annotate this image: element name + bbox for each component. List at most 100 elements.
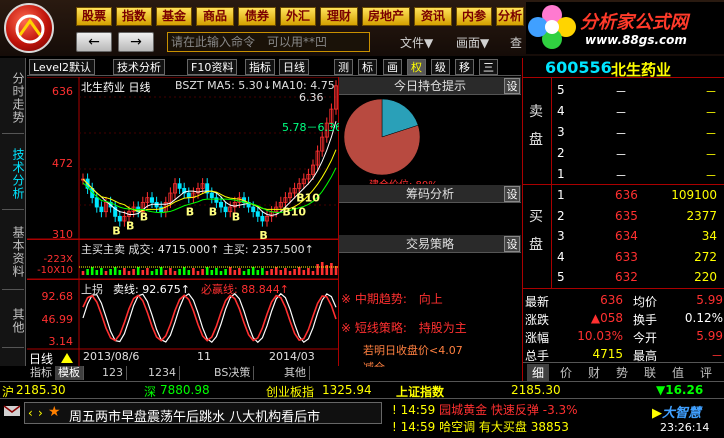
szzs-label[interactable]: 上证指数	[396, 383, 444, 400]
annot-range: 5.78－6.36	[282, 121, 342, 134]
quote-tab-4[interactable]: 联	[639, 364, 661, 381]
bottom-tab-4[interactable]: BS决策	[211, 366, 255, 380]
news-ticker[interactable]: ‹ › ★ 周五两市早盘震荡午后跳水 八大机构看后市	[24, 402, 382, 425]
volume-bar	[256, 270, 260, 275]
toolbar-6[interactable]: 标	[358, 59, 377, 75]
candle-body	[214, 197, 219, 203]
stat-cell: 636	[600, 293, 623, 307]
bottom-tab-2[interactable]: 123	[99, 366, 127, 380]
ask-row[interactable]: 5 － －	[523, 80, 724, 100]
strategy-settings-button[interactable]: 设	[504, 236, 520, 252]
alert-row-1[interactable]: ! 14:59 园城黄金 快速反弹 -3.3%	[392, 401, 578, 418]
volume: －	[704, 85, 717, 99]
chip-settings-button[interactable]: 设	[504, 186, 520, 202]
prev-arrow-icon[interactable]: ‹	[28, 406, 33, 420]
ask-row[interactable]: 4 － －	[523, 101, 724, 121]
menu-item-1[interactable]: 指数	[116, 7, 152, 26]
toolbar-2[interactable]: F10资料	[187, 59, 238, 75]
menu-item-7[interactable]: 房地产	[362, 7, 410, 26]
bottom-tab-1[interactable]: 模板	[55, 366, 84, 380]
side-tab-0[interactable]: 分时走势	[2, 62, 25, 134]
toolbar-7[interactable]: 画	[383, 59, 402, 75]
menu-item-2[interactable]: 基金	[156, 7, 192, 26]
volume-bar	[192, 268, 195, 275]
stat-cell: ▲058	[590, 311, 623, 325]
bid-row[interactable]: 4 633 272	[523, 247, 724, 267]
volume: －	[704, 148, 717, 162]
volume-bar	[242, 271, 246, 275]
menu-item-6[interactable]: 理财	[320, 7, 358, 26]
side-tab-3[interactable]: 其他	[2, 294, 25, 348]
menu-item-5[interactable]: 外汇	[280, 7, 316, 26]
toolbar-8[interactable]: 权	[407, 59, 426, 75]
clock: 23:26:14	[660, 421, 710, 434]
strategy-title: 交易策略	[339, 235, 521, 253]
toolbar-3[interactable]: 指标	[245, 59, 275, 75]
quote-tab-2[interactable]: 财	[583, 364, 605, 381]
trend-value: 向上	[418, 292, 443, 306]
menu-item-10[interactable]: 分析	[496, 7, 524, 26]
quote-tab-1[interactable]: 价	[555, 364, 577, 381]
volume-bar	[311, 271, 315, 275]
quote-tab-3[interactable]: 势	[611, 364, 633, 381]
bottom-tab-5[interactable]: 其他	[281, 366, 310, 380]
ask-row[interactable]: 1 － －	[523, 164, 724, 184]
stock-name: 北生药业	[611, 61, 672, 79]
bottom-tab-0[interactable]: 指标	[27, 366, 56, 380]
level: 4	[557, 249, 565, 264]
price: 634	[615, 229, 638, 243]
price: 635	[615, 208, 638, 223]
holding-bottom-text: 建仓价位: 80%	[369, 176, 438, 184]
volume-bar	[270, 269, 273, 275]
side-tab-2[interactable]: 基本资料	[2, 214, 25, 290]
extra-menu[interactable]: 查	[510, 34, 522, 51]
level: 3	[557, 229, 565, 243]
toolbar-4[interactable]: 日线	[279, 59, 309, 75]
forward-button[interactable]: →	[118, 32, 154, 52]
period-label[interactable]: 日线	[29, 350, 53, 367]
back-button[interactable]: ←	[76, 32, 112, 52]
next-arrow-icon[interactable]: ›	[38, 406, 43, 420]
stock-code: 600556	[545, 58, 612, 77]
bid-row[interactable]: 2 635 2377	[523, 206, 724, 226]
bottom-tab-3[interactable]: 1234	[145, 366, 180, 380]
file-menu[interactable]: 文件▼	[400, 34, 433, 51]
y-tick-main-1: 636	[52, 85, 73, 98]
menu-item-8[interactable]: 资讯	[414, 7, 452, 26]
toolbar-9[interactable]: 级	[431, 59, 450, 75]
alert1-tag: 快速反弹	[490, 403, 539, 417]
holding-settings-button[interactable]: 设	[504, 78, 520, 94]
strategy-panel: 交易策略 设 ※ 中期趋势: 向上 ※ 短线策略: 持股为主 若明日收盘价<4.…	[339, 235, 521, 367]
app-logo[interactable]	[4, 3, 54, 53]
candle-body	[94, 197, 99, 208]
volume-bar	[196, 271, 200, 275]
bid-row[interactable]: 5 632 220	[523, 267, 724, 287]
kline-chart[interactable]: B B B B B B B B10 B10 北生药业 日线 BSZT MA5: 5.30↓MA1…	[27, 77, 342, 367]
view-menu[interactable]: 画面▼	[456, 34, 489, 51]
sz-label: 深	[144, 385, 157, 399]
menu-item-0[interactable]: 股票	[76, 7, 112, 26]
ask-row[interactable]: 3 － －	[523, 122, 724, 142]
bid-row[interactable]: 3 634 34	[523, 226, 724, 246]
alert-row-2[interactable]: ! 14:59 哈空调 有大买盘 38853	[392, 418, 569, 435]
quote-tab-0[interactable]: 细	[527, 364, 549, 381]
toolbar-1[interactable]: 技术分析	[113, 59, 165, 75]
ask-row[interactable]: 2 － －	[523, 143, 724, 163]
command-input[interactable]: 请在此输入命令 可以用**凹	[167, 32, 370, 52]
quote-tab-6[interactable]: 评	[695, 364, 717, 381]
menu-item-9[interactable]: 内参	[456, 7, 492, 26]
menu-item-4[interactable]: 债券	[238, 7, 276, 26]
mail-icon[interactable]	[3, 404, 21, 418]
side-tab-1[interactable]: 技术分析	[2, 138, 25, 210]
volume-bar	[316, 264, 319, 275]
quote-tab-5[interactable]: 值	[667, 364, 689, 381]
volume-bar	[274, 267, 278, 275]
cyb-label: 创业板指	[266, 385, 315, 399]
toolbar-10[interactable]: 移	[455, 59, 474, 75]
toolbar-11[interactable]: 三	[479, 59, 498, 75]
alert1-pct: -3.3%	[542, 403, 578, 417]
toolbar-5[interactable]: 测	[334, 59, 353, 75]
toolbar-0[interactable]: Level2默认	[29, 59, 96, 75]
bid-row[interactable]: 1 636 109100	[523, 185, 724, 205]
menu-item-3[interactable]: 商品	[196, 7, 234, 26]
